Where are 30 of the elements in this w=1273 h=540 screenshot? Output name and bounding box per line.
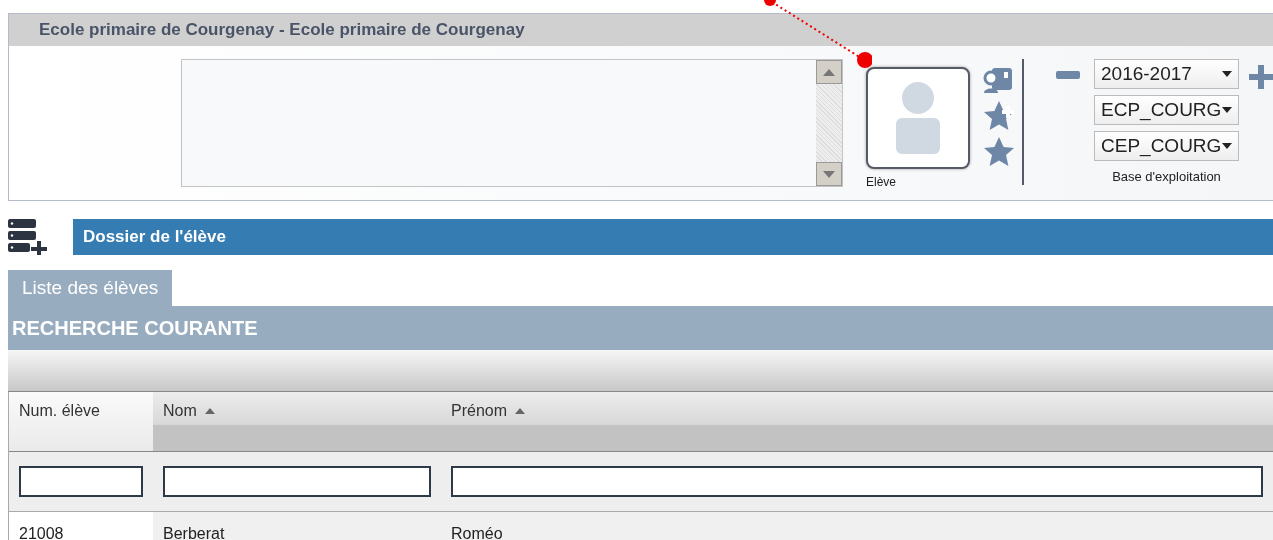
select-label: Base d'exploitation (1112, 169, 1221, 184)
section-title: Dossier de l'élève (83, 227, 226, 247)
filter-field[interactable] (163, 466, 431, 497)
column-header[interactable]: Prénom (441, 392, 1273, 452)
dropdown-caret-icon[interactable] (1222, 143, 1232, 149)
star-plus-icon[interactable] (982, 100, 1016, 132)
star-icon[interactable] (982, 136, 1016, 168)
column-header[interactable]: Num. élève (9, 392, 153, 452)
search-title: RECHERCHE COURANTE (12, 316, 258, 340)
avatar-icon (894, 82, 942, 154)
server-add-icon[interactable] (8, 219, 48, 255)
sort-arrow-icon (204, 408, 215, 414)
select-field[interactable]: CEP_COURG (1094, 131, 1239, 161)
dropdown-caret-icon[interactable] (1222, 71, 1232, 77)
scroll-up-icon[interactable] (823, 68, 835, 76)
photo-frame[interactable] (866, 67, 970, 169)
plus-icon[interactable] (1249, 65, 1273, 89)
sort-arrow-icon (515, 408, 526, 414)
dropdown-caret-icon[interactable] (1222, 107, 1232, 113)
filter-field[interactable] (451, 466, 1263, 497)
column-header[interactable]: Nom (153, 392, 441, 452)
select-field[interactable]: ECP_COURG (1094, 95, 1239, 125)
select-field[interactable]: 2016-2017 (1094, 59, 1239, 89)
panel-title: Ecole primaire de Courgenay - Ecole primaire de Courgenay (39, 20, 525, 40)
table-cell: Roméo (441, 512, 1273, 540)
filter-field[interactable] (19, 466, 143, 497)
scrollbar[interactable] (816, 60, 842, 186)
table-cell: Berberat (153, 512, 441, 540)
photo-label: Elève (866, 175, 898, 189)
scroll-down-icon[interactable] (823, 170, 835, 178)
